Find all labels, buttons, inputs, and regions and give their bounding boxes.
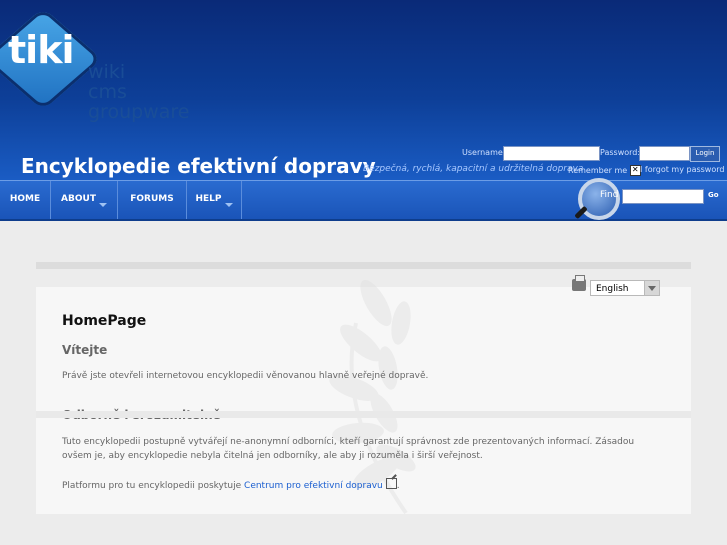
site-slogan: Bezpečná, rychlá, kapacitní a udržitelná… <box>363 164 584 174</box>
page-title: HomePage <box>62 313 147 329</box>
nav-item-help[interactable]: HELP <box>187 181 242 219</box>
forgot-password-link[interactable]: I forgot my password <box>640 165 724 174</box>
find-label: Find <box>600 190 619 200</box>
logo-text: tiki <box>8 28 74 72</box>
centrum-link[interactable]: Centrum pro efektivní dopravu <box>244 481 383 491</box>
nav-help-label: HELP <box>195 194 222 204</box>
main-content: English HomePage Vítejte Právě jste otev… <box>36 275 691 515</box>
logo-sub-wiki: wiki <box>88 61 126 83</box>
go-button[interactable]: Go <box>708 191 719 199</box>
remember-me: Remember me ✕ <box>568 165 641 176</box>
nav-home-label: HOME <box>9 194 41 204</box>
password-label: Password: <box>600 148 641 157</box>
section-heading-vitejte: Vítejte <box>62 343 108 357</box>
language-select[interactable]: English <box>590 280 660 296</box>
login-button[interactable]: Login <box>690 146 720 162</box>
tiki-logo[interactable]: tiki wiki cms groupware <box>0 6 230 131</box>
print-icon[interactable] <box>572 275 586 291</box>
password-input[interactable] <box>639 146 690 161</box>
platform-text: Platformu pro tu encyklopedii poskytuje <box>62 481 242 491</box>
chevron-down-icon <box>98 203 107 207</box>
dropdown-arrow-icon <box>644 281 659 295</box>
nav-about-label: ABOUT <box>61 194 96 204</box>
laurel-watermark-icon <box>329 279 416 515</box>
logo-subtitle: wiki cms groupware <box>88 62 189 122</box>
logo-sub-cms: cms <box>88 81 127 103</box>
remember-label: Remember me <box>568 166 628 175</box>
username-input[interactable] <box>503 146 600 161</box>
nav-item-about[interactable]: ABOUT <box>51 181 118 219</box>
external-link-icon[interactable] <box>385 478 397 489</box>
search-input[interactable] <box>622 189 704 204</box>
nav-forums-label: FORUMS <box>130 194 174 204</box>
section-paragraph: Právě jste otevřeli internetovou encyklo… <box>62 371 429 381</box>
language-value: English <box>596 284 629 294</box>
chevron-down-icon <box>224 203 233 207</box>
logo-sub-groupware: groupware <box>88 101 190 123</box>
username-label: Username: <box>462 148 506 157</box>
site-header: tiki wiki cms groupware Encyklopedie efe… <box>0 0 727 180</box>
site-title[interactable]: Encyklopedie efektivní dopravy <box>21 154 376 178</box>
content-divider <box>36 411 691 418</box>
nav-item-home[interactable]: HOME <box>0 181 51 219</box>
platform-paragraph: Platformu pro tu encyklopedii poskytuje … <box>62 478 662 493</box>
nav-item-forums[interactable]: FORUMS <box>118 181 187 219</box>
section-paragraph: Tuto encyklopedii postupně vytvářejí ne-… <box>62 437 635 461</box>
period-text: . <box>396 481 400 491</box>
